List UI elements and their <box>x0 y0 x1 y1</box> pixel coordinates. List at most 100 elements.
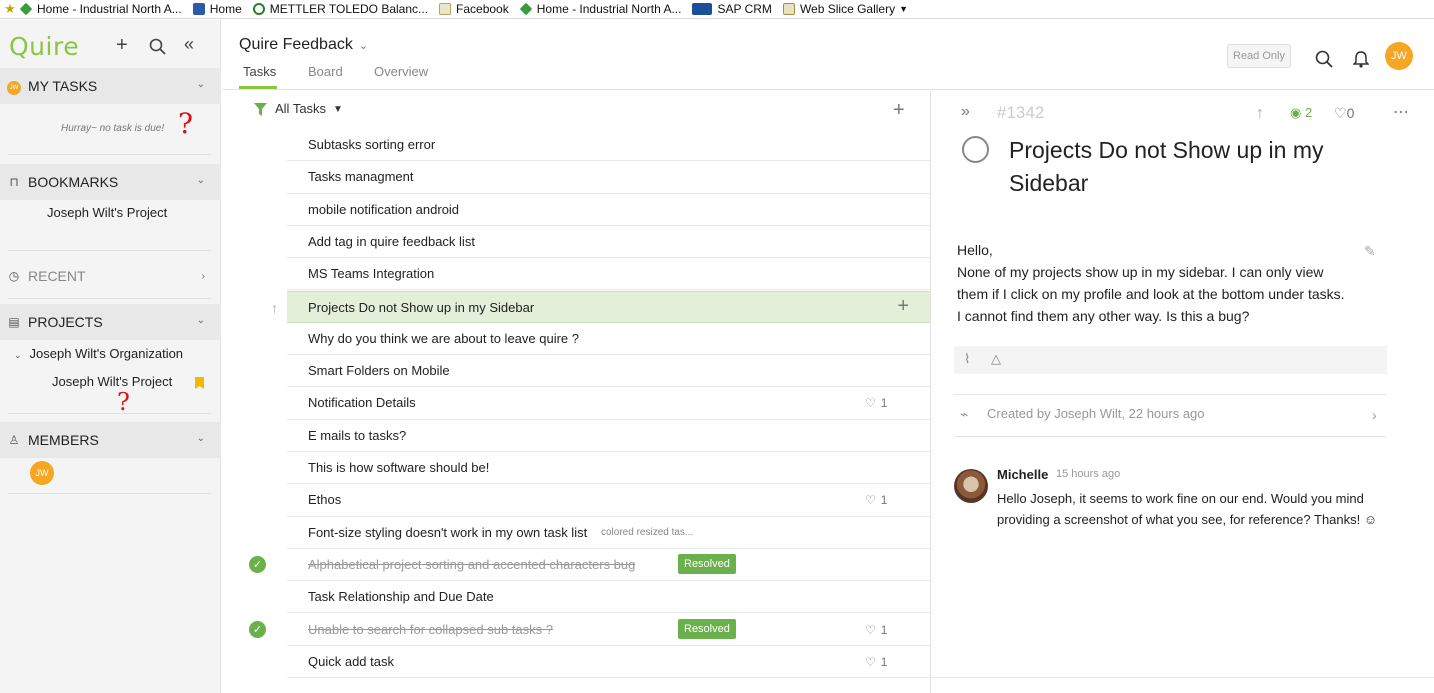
project-item[interactable]: Joseph Wilt's Project <box>52 374 172 389</box>
task-title[interactable]: Task Relationship and Due Date <box>308 589 494 604</box>
chevron-right-icon[interactable]: › <box>1372 407 1377 423</box>
green-diamond-icon <box>19 2 33 16</box>
bookmarks-header[interactable]: ⊓ BOOKMARKS ⌄ <box>0 164 221 200</box>
bookmark-item[interactable]: Joseph Wilt's Project <box>47 205 167 220</box>
task-id: #1342 <box>997 103 1045 122</box>
collapse-arrow-icon[interactable]: ⌄ <box>14 350 22 360</box>
bookmarked-icon[interactable] <box>195 377 204 389</box>
task-row[interactable]: Smart Folders on Mobile <box>287 355 930 388</box>
favorite-link[interactable]: Web Slice Gallery ▼ <box>782 2 908 16</box>
caret-down-icon[interactable]: ▼ <box>333 104 343 115</box>
task-title[interactable]: Smart Folders on Mobile <box>308 363 450 378</box>
dropdown-arrow-icon[interactable]: ▼ <box>899 4 908 14</box>
task-title[interactable]: Add tag in quire feedback list <box>308 234 475 249</box>
task-title[interactable]: Quick add task <box>308 654 394 669</box>
task-row[interactable]: Why do you think we are about to leave q… <box>287 323 930 356</box>
task-title[interactable]: E mails to tasks? <box>308 428 406 443</box>
task-title[interactable]: mobile notification android <box>308 202 459 217</box>
favorite-link[interactable]: METTLER TOLEDO Balanc... <box>252 2 428 16</box>
watchers-count[interactable]: ◉ 2 <box>1290 105 1312 121</box>
task-row[interactable]: MS Teams Integration <box>287 258 930 291</box>
task-row[interactable]: Alphabetical project sorting and accente… <box>287 549 930 582</box>
task-title[interactable]: Ethos <box>308 492 341 507</box>
task-title[interactable]: Tasks managment <box>308 169 414 184</box>
projects-header[interactable]: ▤ PROJECTS ⌄ <box>0 304 221 340</box>
favorites-star-icon[interactable]: ★ <box>0 1 20 17</box>
member-avatar[interactable]: JW <box>30 461 54 485</box>
favorite-link[interactable]: Home <box>192 2 242 16</box>
likes-count[interactable]: ♡ 1 <box>865 493 887 507</box>
tab-overview[interactable]: Overview <box>374 64 428 79</box>
attachment-bar: ⌇ △ <box>954 346 1387 374</box>
task-row[interactable]: mobile notification android <box>287 194 930 226</box>
collapse-sidebar-icon[interactable]: « <box>184 34 194 55</box>
organization-item[interactable]: ⌄ Joseph Wilt's Organization <box>14 346 183 361</box>
task-row[interactable]: Font-size styling doesn't work in my own… <box>287 517 930 549</box>
tab-board[interactable]: Board <box>308 64 343 79</box>
task-row[interactable]: Quick add task ♡ 1 <box>287 646 930 679</box>
task-title[interactable]: Projects Do not Show up in my Sidebar <box>1009 134 1399 200</box>
chevron-down-icon[interactable]: ⌄ <box>197 315 205 326</box>
task-title[interactable]: Why do you think we are about to leave q… <box>308 331 579 346</box>
arrow-up-icon[interactable]: ↑ <box>271 300 278 316</box>
task-description[interactable]: Hello, None of my projects show up in my… <box>957 239 1397 327</box>
task-row[interactable]: Add tag in quire feedback list <box>287 226 930 259</box>
likes-count[interactable]: ♡ 1 <box>865 655 887 669</box>
add-icon[interactable]: + <box>116 34 128 57</box>
completed-check-icon[interactable]: ✓ <box>249 555 266 573</box>
tab-tasks[interactable]: Tasks <box>243 64 276 79</box>
members-header[interactable]: ♙ MEMBERS ⌄ <box>0 422 221 458</box>
task-row[interactable]: Unable to search for collapsed sub tasks… <box>287 614 930 646</box>
chevron-down-icon[interactable]: ⌄ <box>197 433 205 444</box>
completed-check-icon[interactable]: ✓ <box>249 620 266 638</box>
task-title[interactable]: Alphabetical project sorting and accente… <box>308 557 635 572</box>
arrow-up-icon[interactable]: ↑ <box>1256 105 1264 123</box>
search-icon[interactable] <box>149 38 166 55</box>
likes-count[interactable]: ♡0 <box>1334 105 1354 122</box>
project-header: Quire Feedback ⌄ Tasks Board Overview Rea… <box>222 20 1434 90</box>
my-tasks-avatar: JW <box>7 80 21 95</box>
green-diamond-icon <box>519 2 533 16</box>
task-row[interactable]: Notification Details ♡ 1 <box>287 387 930 420</box>
expand-panel-icon[interactable]: » <box>961 103 970 121</box>
add-subtask-icon[interactable]: + <box>897 295 909 318</box>
user-avatar[interactable]: JW <box>1385 42 1413 70</box>
likes-count[interactable]: ♡ 1 <box>865 396 887 410</box>
chevron-down-icon[interactable]: ⌄ <box>197 175 205 186</box>
favorite-link[interactable]: Home - Industrial North A... <box>19 2 182 16</box>
task-title[interactable]: Font-size styling doesn't work in my own… <box>308 525 587 540</box>
task-title[interactable]: This is how software should be! <box>308 460 489 475</box>
task-title[interactable]: MS Teams Integration <box>308 266 434 281</box>
google-drive-icon[interactable]: △ <box>991 351 1001 367</box>
task-row[interactable]: Projects Do not Show up in my Sidebar + <box>287 290 930 323</box>
more-options-icon[interactable]: ⋯ <box>1393 102 1409 122</box>
task-title[interactable]: Notification Details <box>308 395 416 410</box>
task-row[interactable]: This is how software should be! <box>287 452 930 485</box>
add-task-icon[interactable]: + <box>893 99 905 122</box>
task-title[interactable]: Projects Do not Show up in my Sidebar <box>308 300 534 315</box>
paperclip-icon[interactable]: ⌇ <box>964 351 970 367</box>
filter-icon[interactable] <box>254 103 267 116</box>
favorite-link[interactable]: Facebook <box>439 2 509 16</box>
task-row[interactable]: Tasks managment <box>287 161 930 194</box>
task-row[interactable]: Subtasks sorting error <box>287 129 930 162</box>
filter-label[interactable]: All Tasks <box>275 101 326 116</box>
recent-header[interactable]: ◷ RECENT › <box>0 258 221 294</box>
task-title[interactable]: Unable to search for collapsed sub tasks… <box>308 622 553 637</box>
task-row[interactable]: E mails to tasks? <box>287 420 930 452</box>
task-row[interactable]: Ethos ♡ 1 <box>287 484 930 517</box>
chevron-down-icon[interactable]: ⌄ <box>197 79 205 90</box>
quire-logo[interactable]: Quire <box>9 32 79 61</box>
chevron-down-icon[interactable]: ⌄ <box>359 40 368 52</box>
favorite-link[interactable]: Home - Industrial North A... <box>519 2 681 16</box>
chevron-right-icon[interactable]: › <box>202 271 205 282</box>
favorite-link[interactable]: SAP CRM <box>692 2 772 16</box>
task-title[interactable]: Subtasks sorting error <box>308 137 435 152</box>
bell-icon[interactable] <box>1353 50 1369 68</box>
complete-task-checkbox[interactable] <box>962 136 989 163</box>
task-row[interactable]: Task Relationship and Due Date <box>287 581 930 614</box>
likes-count[interactable]: ♡ 1 <box>865 623 887 637</box>
project-title[interactable]: Quire Feedback ⌄ <box>239 36 368 54</box>
search-icon[interactable] <box>1315 50 1333 68</box>
my-tasks-header[interactable]: JW MY TASKS ⌄ <box>0 68 221 104</box>
